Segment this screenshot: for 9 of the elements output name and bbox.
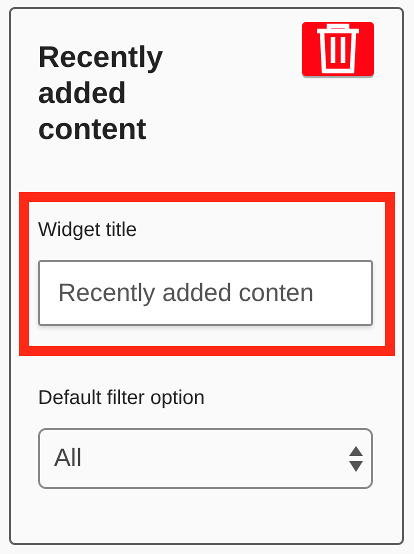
field-label: Widget title (38, 218, 138, 243)
input-field[interactable]: Recently added conten (38, 260, 373, 326)
field-label: Default filter option (38, 386, 206, 411)
delete-button[interactable] (302, 22, 374, 76)
widget-title: Recently added content (38, 40, 164, 148)
up-down-arrows-icon (349, 446, 363, 472)
trash-icon (315, 23, 361, 75)
select-value: All (54, 442, 82, 474)
select-dropdown[interactable]: All (38, 428, 373, 489)
